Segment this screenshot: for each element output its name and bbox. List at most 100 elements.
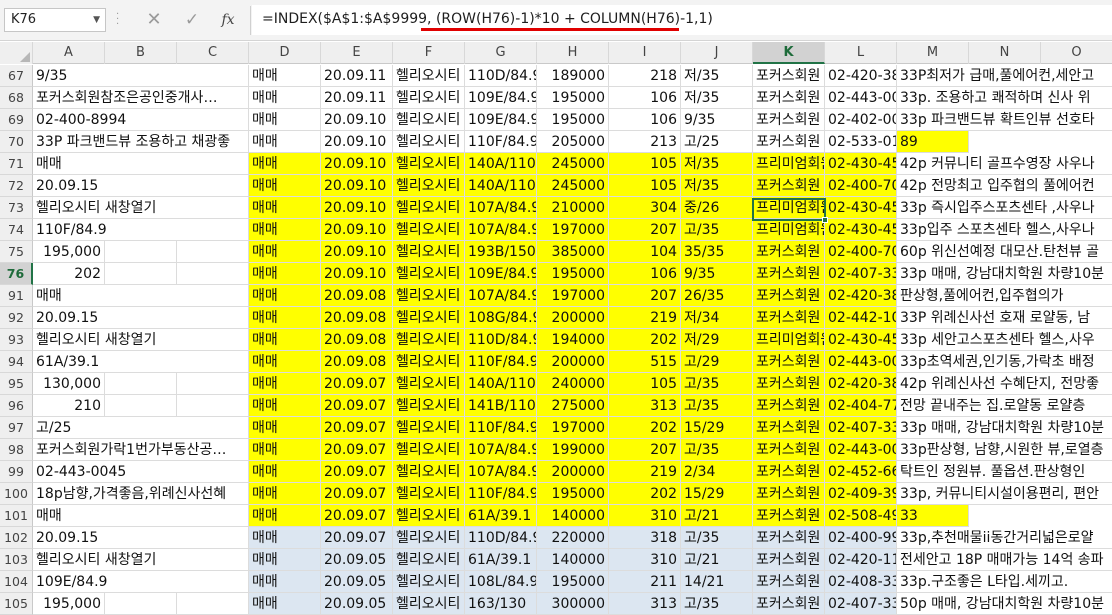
select-all-button[interactable]	[0, 42, 33, 64]
cell-d[interactable]: 매매	[249, 219, 321, 241]
cell-e[interactable]: 20.09.05	[321, 549, 393, 571]
cell-e[interactable]: 20.09.10	[321, 219, 393, 241]
cell-e[interactable]: 20.09.08	[321, 329, 393, 351]
cell-g[interactable]: 193B/150	[465, 241, 537, 263]
cell-e[interactable]: 20.09.10	[321, 131, 393, 153]
row-header[interactable]: 67	[0, 65, 33, 87]
cell-d[interactable]: 매매	[249, 241, 321, 263]
cell-k[interactable]: 포커스회원	[753, 351, 825, 373]
cell-f[interactable]: 헬리오시티	[393, 219, 465, 241]
cell-j[interactable]: 저/29	[681, 329, 753, 351]
cell-k[interactable]: 포커스회원	[753, 461, 825, 483]
fill-handle[interactable]	[822, 217, 828, 223]
cell-h[interactable]: 197000	[537, 417, 609, 439]
row-header[interactable]: 96	[0, 395, 33, 417]
cell-j[interactable]: 35/35	[681, 241, 753, 263]
row-header[interactable]: 99	[0, 461, 33, 483]
cell-g[interactable]: 140A/110.0	[465, 373, 537, 395]
cell-g[interactable]: 141B/110.4	[465, 395, 537, 417]
cell-l[interactable]: 02-400-99	[825, 527, 897, 549]
cell-empty[interactable]	[177, 593, 249, 615]
cell-l[interactable]: 02-430-45	[825, 219, 897, 241]
cell-k[interactable]: 포커스회원	[753, 109, 825, 131]
cell-a[interactable]: 포커스회원참조은공인중개사…	[33, 87, 249, 109]
cell-a[interactable]: 18p남향,가격좋음,위례신사선혜	[33, 483, 249, 505]
cell-g[interactable]: 107A/84.9	[465, 285, 537, 307]
cell-j[interactable]: 저/35	[681, 87, 753, 109]
cell-f[interactable]: 헬리오시티	[393, 549, 465, 571]
cell-i[interactable]: 211	[609, 571, 681, 593]
cell-g[interactable]: 110F/84.9	[465, 483, 537, 505]
cell-e[interactable]: 20.09.10	[321, 175, 393, 197]
cell-l[interactable]: 02-443-00	[825, 439, 897, 461]
cell-j[interactable]: 고/35	[681, 527, 753, 549]
cell-l[interactable]: 02-404-77	[825, 395, 897, 417]
cell-a[interactable]: 매매	[33, 285, 249, 307]
cell-j[interactable]: 저/35	[681, 175, 753, 197]
cell-i[interactable]: 105	[609, 175, 681, 197]
cell-j[interactable]: 고/35	[681, 593, 753, 615]
insert-function-icon[interactable]: fx	[216, 9, 240, 31]
cell-k[interactable]: 포커스회원	[753, 131, 825, 153]
cell-l[interactable]: 02-533-01	[825, 131, 897, 153]
cell-h[interactable]: 140000	[537, 505, 609, 527]
cell-f[interactable]: 헬리오시티	[393, 329, 465, 351]
cell-j[interactable]: 9/35	[681, 109, 753, 131]
cell-f[interactable]: 헬리오시티	[393, 527, 465, 549]
cell-e[interactable]: 20.09.08	[321, 285, 393, 307]
cell-e[interactable]: 20.09.07	[321, 439, 393, 461]
cell-g[interactable]: 107A/84.9	[465, 461, 537, 483]
cell-g[interactable]: 108G/84.9	[465, 307, 537, 329]
cell-i[interactable]: 207	[609, 219, 681, 241]
cell-j[interactable]: 고/35	[681, 219, 753, 241]
cell-h[interactable]: 195000	[537, 109, 609, 131]
cell-m[interactable]: 33p판상형, 남향,시원한 뷰,로열층	[897, 439, 1112, 461]
cell-a[interactable]: 61A/39.1	[33, 351, 249, 373]
cell-i[interactable]: 310	[609, 549, 681, 571]
cell-k[interactable]: 포커스회원	[753, 65, 825, 87]
cell-a[interactable]: 헬리오시티 새창열기	[33, 549, 249, 571]
cell-g[interactable]: 107A/84.9	[465, 219, 537, 241]
cell-d[interactable]: 매매	[249, 285, 321, 307]
cell-j[interactable]: 저/35	[681, 65, 753, 87]
cell-m[interactable]: 전세안고 18P 매매가능 14억 송파	[897, 549, 1112, 571]
cell-a[interactable]: 매매	[33, 153, 249, 175]
column-header-i[interactable]: I	[609, 42, 681, 64]
cell-l[interactable]: 02-407-33	[825, 593, 897, 615]
cell-e[interactable]: 20.09.07	[321, 395, 393, 417]
cell-e[interactable]: 20.09.07	[321, 527, 393, 549]
cell-f[interactable]: 헬리오시티	[393, 483, 465, 505]
cell-g[interactable]: 61A/39.1	[465, 549, 537, 571]
cell-f[interactable]: 헬리오시티	[393, 351, 465, 373]
cell-f[interactable]: 헬리오시티	[393, 131, 465, 153]
cell-f[interactable]: 헬리오시티	[393, 505, 465, 527]
cell-a[interactable]: 195,000	[33, 593, 105, 615]
cell-k[interactable]: 포커스회원	[753, 87, 825, 109]
cell-e[interactable]: 20.09.10	[321, 241, 393, 263]
cell-e[interactable]: 20.09.10	[321, 153, 393, 175]
cell-g[interactable]: 110F/84.9	[465, 351, 537, 373]
column-header-l[interactable]: L	[825, 42, 897, 64]
row-header[interactable]: 71	[0, 153, 33, 175]
cell-h[interactable]: 205000	[537, 131, 609, 153]
cell-k[interactable]: 프리미엄회원	[753, 153, 825, 175]
cell-d[interactable]: 매매	[249, 351, 321, 373]
column-header-o[interactable]: O	[1041, 42, 1112, 64]
cell-a[interactable]: 210	[33, 395, 105, 417]
cell-f[interactable]: 헬리오시티	[393, 65, 465, 87]
cell-l[interactable]: 02-420-38	[825, 65, 897, 87]
cell-m[interactable]: 42p 위례신사선 수혜단지, 전망좋	[897, 373, 1112, 395]
cell-m[interactable]: 50p 매매, 강남대치학원 차량10분	[897, 593, 1112, 615]
cell-l[interactable]: 02-420-38	[825, 285, 897, 307]
cell-d[interactable]: 매매	[249, 549, 321, 571]
cell-d[interactable]: 매매	[249, 571, 321, 593]
cell-e[interactable]: 20.09.08	[321, 351, 393, 373]
cell-g[interactable]: 110F/84.9	[465, 131, 537, 153]
cell-i[interactable]: 202	[609, 483, 681, 505]
cell-j[interactable]: 9/35	[681, 263, 753, 285]
cell-m[interactable]: 탁트인 정원뷰. 풀옵션.판상형인	[897, 461, 1112, 483]
column-header-b[interactable]: B	[105, 42, 177, 64]
cell-h[interactable]: 385000	[537, 241, 609, 263]
cell-a[interactable]: 33P 파크밴드뷰 조용하고 채광좋	[33, 131, 249, 153]
cell-m[interactable]: 33p, 커뮤니티시설이용편리, 편안	[897, 483, 1112, 505]
